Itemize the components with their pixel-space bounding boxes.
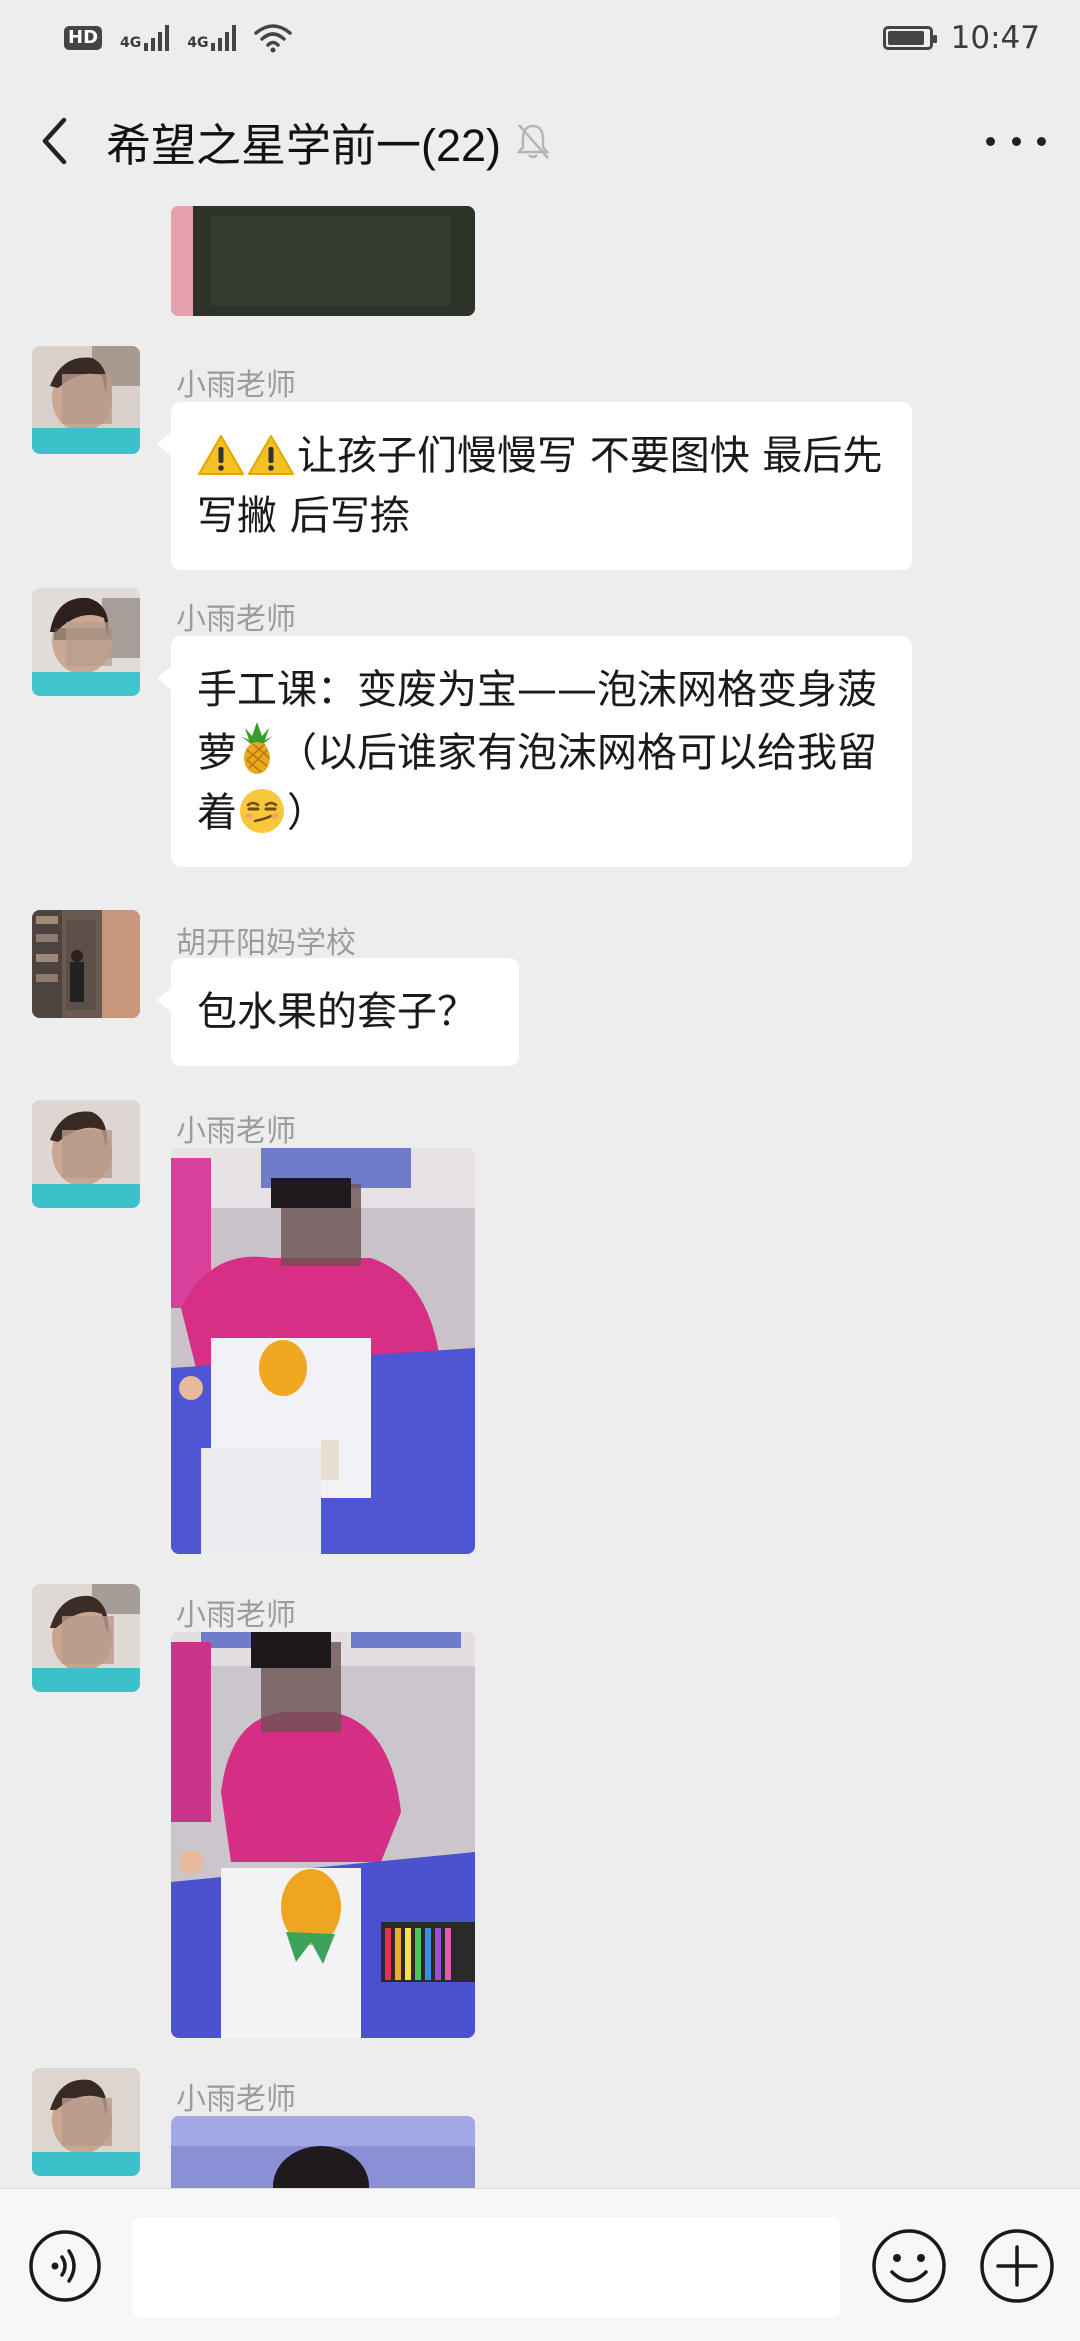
voice-button[interactable] — [28, 2229, 102, 2303]
input-bar — [0, 2188, 1080, 2341]
warning-icon — [198, 435, 244, 475]
emoji-icon — [872, 2229, 946, 2303]
more-dot — [1011, 136, 1021, 146]
sender-name: 小雨老师 — [176, 1598, 296, 1633]
message-text: ） — [287, 790, 327, 836]
smirk-face-icon — [240, 789, 284, 833]
avatar[interactable] — [32, 346, 140, 454]
network-label-2: 4G — [187, 35, 209, 51]
plus-icon — [980, 2229, 1054, 2303]
network-label-1: 4G — [120, 35, 142, 51]
sender-name: 小雨老师 — [176, 2082, 296, 2117]
message-list[interactable]: 小雨老师 让孩子们慢慢写 不要图快 最后先写撇 后写捺 小雨老师 手工课：变废为… — [0, 206, 1080, 2188]
message-image[interactable] — [171, 2116, 475, 2188]
signal-2: 4G — [187, 25, 237, 51]
status-left: HD 4G 4G — [64, 23, 293, 53]
message-text: 让孩子们慢慢写 不要图快 最后先写撇 后写捺 — [197, 433, 883, 539]
signal-bars-icon — [144, 25, 170, 51]
signal-1: 4G — [120, 25, 170, 51]
hd-badge: HD — [64, 26, 103, 50]
sender-name: 小雨老师 — [176, 1114, 296, 1149]
message-input[interactable] — [132, 2217, 840, 2317]
message-text: 包水果的套子？ — [197, 989, 477, 1035]
back-arrow-icon — [42, 117, 67, 165]
message-bubble[interactable]: 手工课：变废为宝——泡沫网格变身菠萝 （以后谁家有泡沫网格可以给我留着 ） — [157, 636, 912, 867]
back-button[interactable] — [30, 106, 78, 176]
chat-title: 希望之星学前一(22) — [106, 119, 502, 171]
status-right: 10:47 — [882, 20, 1040, 56]
signal-bars-icon — [211, 25, 237, 51]
message-image[interactable] — [171, 206, 475, 316]
avatar[interactable] — [32, 2068, 140, 2176]
warning-icon — [248, 435, 294, 475]
battery-fill — [887, 31, 924, 45]
more-dot — [986, 136, 995, 146]
pineapple-icon — [241, 722, 273, 774]
status-bar: HD 4G 4G 10:47 — [0, 0, 1080, 76]
chat-header: 希望之星学前一(22) — [0, 76, 1080, 206]
sender-name: 小雨老师 — [176, 602, 296, 637]
message-bubble[interactable]: 让孩子们慢慢写 不要图快 最后先写撇 后写捺 — [157, 402, 912, 570]
battery-icon — [882, 26, 937, 50]
avatar[interactable] — [32, 588, 140, 696]
sender-name: 胡开阳妈学校 — [176, 926, 356, 961]
avatar[interactable] — [32, 1584, 140, 1692]
more-functions-button[interactable] — [978, 2227, 1056, 2305]
message-bubble[interactable]: 包水果的套子？ — [157, 958, 519, 1066]
emoji-button[interactable] — [870, 2227, 948, 2305]
more-button[interactable] — [986, 116, 1046, 166]
message-image[interactable] — [171, 1148, 475, 1554]
voice-icon — [29, 2230, 101, 2302]
avatar[interactable] — [32, 910, 140, 1018]
clock: 10:47 — [950, 20, 1040, 56]
mute-bell-icon — [515, 121, 551, 161]
sender-name: 小雨老师 — [176, 368, 296, 403]
avatar[interactable] — [32, 1100, 140, 1208]
wifi-icon — [254, 24, 293, 53]
more-dot — [1037, 136, 1046, 146]
message-image[interactable] — [171, 1632, 475, 2038]
